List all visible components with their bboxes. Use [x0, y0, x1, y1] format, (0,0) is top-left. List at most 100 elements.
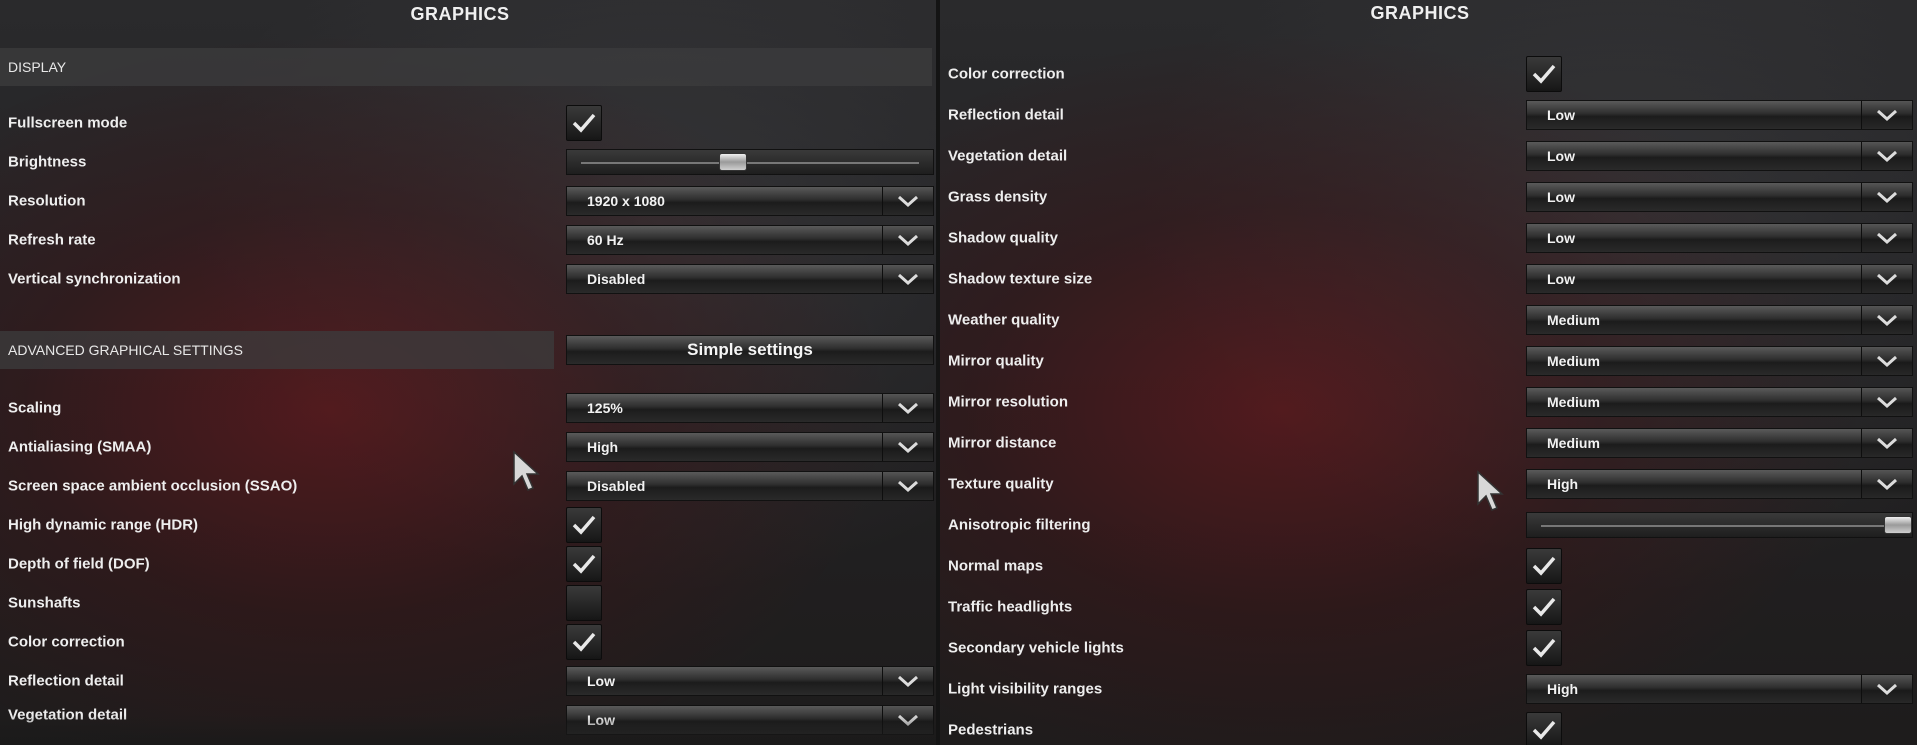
row-resolution: Resolution 1920 x 1080: [0, 182, 940, 220]
chevron-down-icon[interactable]: [1861, 388, 1912, 416]
color-correction-label: Color correction: [948, 65, 1065, 83]
advanced-section-header: ADVANCED GRAPHICAL SETTINGS: [0, 331, 554, 369]
mirror-distance-dropdown[interactable]: Medium: [1526, 428, 1913, 458]
row-vegetation-detail: Vegetation detail Low: [0, 701, 940, 739]
row-reflection-detail: Reflection detail Low: [0, 662, 940, 700]
chevron-down-icon[interactable]: [882, 226, 933, 254]
chevron-down-icon[interactable]: [882, 265, 933, 293]
refresh-rate-label: Refresh rate: [8, 231, 96, 249]
chevron-down-icon[interactable]: [882, 706, 933, 734]
reflection-detail-dropdown[interactable]: Low: [566, 666, 934, 696]
smaa-dropdown[interactable]: High: [566, 432, 934, 462]
chevron-down-icon[interactable]: [882, 187, 933, 215]
weather-quality-dropdown[interactable]: Medium: [1526, 305, 1913, 335]
resolution-dropdown[interactable]: 1920 x 1080: [566, 186, 934, 216]
chevron-down-icon[interactable]: [882, 433, 933, 461]
mirror-resolution-dropdown[interactable]: Medium: [1526, 387, 1913, 417]
color-correction-checkbox[interactable]: [566, 624, 602, 660]
texture-quality-dropdown[interactable]: High: [1526, 469, 1913, 499]
secondary-vehicle-lights-checkbox[interactable]: [1526, 630, 1562, 666]
color-correction-checkbox[interactable]: [1526, 56, 1562, 92]
refresh-rate-dropdown[interactable]: 60 Hz: [566, 225, 934, 255]
row-dof: Depth of field (DOF): [0, 545, 940, 583]
slider-track: [1541, 525, 1898, 527]
slider-knob[interactable]: [719, 153, 748, 171]
row-refresh-rate: Refresh rate 60 Hz: [0, 221, 940, 259]
vsync-dropdown[interactable]: Disabled: [566, 264, 934, 294]
vegetation-detail-dropdown[interactable]: Low: [1526, 141, 1913, 171]
mouse-cursor-icon: [513, 450, 540, 491]
row-vsync: Vertical synchronization Disabled: [0, 260, 940, 298]
chevron-down-icon[interactable]: [1861, 101, 1912, 129]
row-reflection-detail: Reflection detail Low: [940, 96, 1917, 134]
row-mirror-resolution: Mirror resolution Medium: [940, 383, 1917, 421]
shadow-quality-dropdown[interactable]: Low: [1526, 223, 1913, 253]
scaling-dropdown[interactable]: 125%: [566, 393, 934, 423]
chevron-down-icon[interactable]: [1861, 183, 1912, 211]
fullscreen-label: Fullscreen mode: [8, 114, 128, 132]
mirror-quality-value: Medium: [1547, 353, 1600, 369]
row-color-correction: Color correction: [0, 623, 940, 661]
light-visibility-ranges-dropdown[interactable]: High: [1526, 674, 1913, 704]
hdr-checkbox[interactable]: [566, 507, 602, 543]
checkmark-icon: [1532, 556, 1556, 576]
checkmark-icon: [572, 554, 596, 574]
vegetation-detail-value: Low: [587, 712, 615, 728]
simple-settings-button[interactable]: Simple settings: [566, 335, 934, 365]
shadow-texture-size-dropdown[interactable]: Low: [1526, 264, 1913, 294]
chevron-down-icon[interactable]: [882, 667, 933, 695]
light-visibility-ranges-value: High: [1547, 681, 1579, 697]
chevron-down-icon[interactable]: [1861, 675, 1912, 703]
checkmark-icon: [1532, 597, 1556, 617]
mirror-resolution-value: Medium: [1547, 394, 1600, 410]
row-normal-maps: Normal maps: [940, 547, 1917, 585]
mirror-quality-dropdown[interactable]: Medium: [1526, 346, 1913, 376]
shadow-texture-size-label: Shadow texture size: [948, 270, 1093, 288]
vegetation-detail-label: Vegetation detail: [948, 147, 1068, 165]
normal-maps-label: Normal maps: [948, 557, 1044, 575]
checkmark-icon: [1532, 638, 1556, 658]
brightness-label: Brightness: [8, 153, 87, 171]
ssao-dropdown[interactable]: Disabled: [566, 471, 934, 501]
weather-quality-label: Weather quality: [948, 311, 1060, 329]
chevron-down-icon[interactable]: [882, 394, 933, 422]
row-light-visibility-ranges: Light visibility ranges High: [940, 670, 1917, 708]
refresh-rate-value: 60 Hz: [587, 232, 624, 248]
row-weather-quality: Weather quality Medium: [940, 301, 1917, 339]
chevron-down-icon[interactable]: [1861, 142, 1912, 170]
chevron-down-icon[interactable]: [1861, 347, 1912, 375]
row-color-correction: Color correction: [940, 55, 1917, 93]
chevron-down-icon[interactable]: [1861, 470, 1912, 498]
brightness-slider[interactable]: [566, 149, 934, 175]
normal-maps-checkbox[interactable]: [1526, 548, 1562, 584]
chevron-down-icon[interactable]: [1861, 429, 1912, 457]
traffic-headlights-checkbox[interactable]: [1526, 589, 1562, 625]
row-traffic-headlights: Traffic headlights: [940, 588, 1917, 626]
color-correction-label: Color correction: [8, 633, 125, 651]
grass-density-dropdown[interactable]: Low: [1526, 182, 1913, 212]
row-brightness: Brightness: [0, 143, 940, 181]
chevron-down-icon[interactable]: [1861, 265, 1912, 293]
row-ssao: Screen space ambient occlusion (SSAO) Di…: [0, 467, 940, 505]
secondary-vehicle-lights-label: Secondary vehicle lights: [948, 639, 1124, 657]
vegetation-detail-dropdown[interactable]: Low: [566, 705, 934, 735]
resolution-label: Resolution: [8, 192, 86, 210]
row-shadow-quality: Shadow quality Low: [940, 219, 1917, 257]
chevron-down-icon[interactable]: [1861, 306, 1912, 334]
sunshafts-checkbox[interactable]: [566, 585, 602, 621]
row-mirror-quality: Mirror quality Medium: [940, 342, 1917, 380]
scaling-label: Scaling: [8, 399, 62, 417]
pedestrians-checkbox[interactable]: [1526, 712, 1562, 745]
chevron-down-icon[interactable]: [882, 472, 933, 500]
chevron-down-icon[interactable]: [1861, 224, 1912, 252]
row-secondary-vehicle-lights: Secondary vehicle lights: [940, 629, 1917, 667]
reflection-detail-dropdown[interactable]: Low: [1526, 100, 1913, 130]
scaling-value: 125%: [587, 400, 623, 416]
slider-knob[interactable]: [1884, 516, 1912, 534]
fullscreen-checkbox[interactable]: [566, 105, 602, 141]
shadow-quality-label: Shadow quality: [948, 229, 1059, 247]
dof-checkbox[interactable]: [566, 546, 602, 582]
anisotropic-filtering-slider[interactable]: [1526, 512, 1913, 538]
traffic-headlights-label: Traffic headlights: [948, 598, 1073, 616]
panel-title: GRAPHICS: [1370, 3, 1470, 23]
